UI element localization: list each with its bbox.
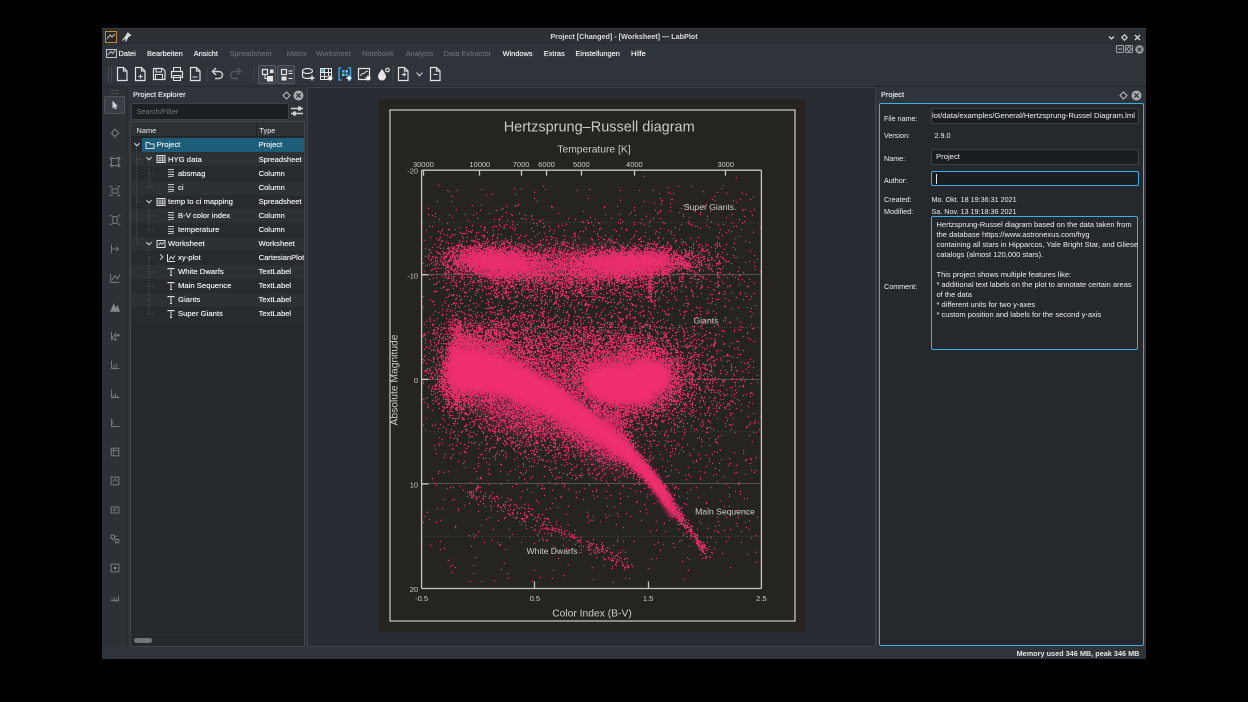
svg-text:1.5: 1.5 <box>643 594 653 603</box>
svg-text:2.5: 2.5 <box>756 594 766 603</box>
svg-text:White Dwarfs: White Dwarfs <box>526 546 577 556</box>
svg-text:5000: 5000 <box>573 160 590 169</box>
svg-text:Temperature [K]: Temperature [K] <box>557 144 630 155</box>
svg-text:4000: 4000 <box>626 160 643 169</box>
svg-text:10000: 10000 <box>469 160 490 169</box>
svg-text:Absolute Magnitude: Absolute Magnitude <box>390 334 401 425</box>
svg-text:6000: 6000 <box>538 160 555 169</box>
svg-text:-0.5: -0.5 <box>415 594 428 603</box>
svg-text:Giants: Giants <box>694 316 719 326</box>
svg-text:0: 0 <box>414 376 418 385</box>
svg-text:20: 20 <box>410 585 418 594</box>
svg-text:Color Index (B-V): Color Index (B-V) <box>552 609 632 620</box>
svg-text:10: 10 <box>410 480 418 489</box>
svg-text:0.5: 0.5 <box>530 594 540 603</box>
svg-text:3000: 3000 <box>717 160 734 169</box>
svg-text:Hertzsprung–Russell diagram: Hertzsprung–Russell diagram <box>504 119 695 135</box>
svg-text:-10: -10 <box>407 271 418 280</box>
svg-text:Main Sequence: Main Sequence <box>695 507 755 517</box>
svg-text:7000: 7000 <box>513 160 530 169</box>
svg-text:-20: -20 <box>407 167 418 176</box>
svg-text:Super Giants: Super Giants <box>684 202 734 212</box>
